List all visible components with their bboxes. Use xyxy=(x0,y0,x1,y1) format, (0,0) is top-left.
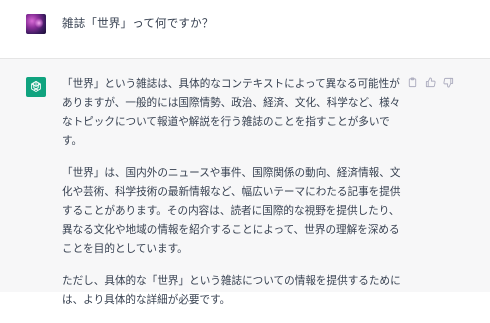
openai-logo-icon xyxy=(26,77,46,97)
user-message-row: 雑誌「世界」って何ですか？ xyxy=(0,0,490,58)
user-avatar xyxy=(26,14,46,34)
answer-paragraph-2: 「世界」は、国内外のニュースや事件、国際関係の動向、経済情報、文化や芸術、科学技… xyxy=(62,167,401,255)
user-question-text: 雑誌「世界」って何ですか？ xyxy=(62,16,214,30)
clipboard-icon[interactable] xyxy=(407,77,418,88)
assistant-answer: 「世界」という雑誌は、具体的なコンテキストによって異なる可能性がありますが、一般… xyxy=(62,75,402,323)
thumbs-down-icon[interactable] xyxy=(443,77,454,88)
answer-paragraph-1: 「世界」という雑誌は、具体的なコンテキストによって異なる可能性がありますが、一般… xyxy=(62,78,401,147)
message-actions xyxy=(407,77,454,88)
answer-paragraph-3: ただし、具体的な「世界」という雑誌についての情報を提供するためには、より具体的な… xyxy=(62,275,401,306)
assistant-message-row: 「世界」という雑誌は、具体的なコンテキストによって異なる可能性がありますが、一般… xyxy=(0,58,490,306)
thumbs-up-icon[interactable] xyxy=(425,77,436,88)
